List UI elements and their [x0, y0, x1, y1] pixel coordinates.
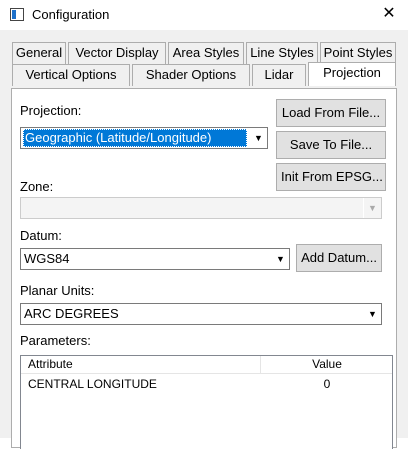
- cell-attribute: CENTRAL LONGITUDE: [28, 377, 157, 391]
- parameters-table-header: Attribute Value: [21, 356, 392, 374]
- zone-select[interactable]: ▼: [20, 197, 382, 219]
- datum-select[interactable]: WGS84 ▼: [20, 248, 290, 270]
- tab-shader-options[interactable]: Shader Options: [132, 64, 250, 86]
- dialog-client-area: General Vector Display Area Styles Line …: [0, 30, 408, 449]
- datum-select-value: WGS84: [24, 251, 70, 266]
- cell-value: 0: [323, 377, 331, 391]
- save-to-file-button[interactable]: Save To File...: [276, 131, 386, 159]
- tab-line-styles[interactable]: Line Styles: [246, 42, 318, 64]
- zone-label: Zone:: [20, 179, 54, 194]
- tab-point-styles[interactable]: Point Styles: [320, 42, 396, 64]
- parameters-table[interactable]: Attribute Value CENTRAL LONGITUDE 0: [20, 355, 393, 449]
- add-datum-button[interactable]: Add Datum...: [296, 244, 382, 272]
- tab-vertical-options[interactable]: Vertical Options: [12, 64, 130, 86]
- planar-units-label: Planar Units:: [20, 283, 95, 298]
- column-header-value[interactable]: Value: [261, 356, 393, 374]
- chevron-down-icon[interactable]: ▼: [363, 198, 381, 218]
- tab-area-styles[interactable]: Area Styles: [168, 42, 244, 64]
- close-icon[interactable]: ✕: [376, 3, 402, 25]
- tab-general[interactable]: General: [12, 42, 66, 64]
- planar-units-select[interactable]: ARC DEGREES ▼: [20, 303, 382, 325]
- configuration-window: Configuration ✕ General Vector Display A…: [0, 0, 408, 449]
- parameters-label: Parameters:: [20, 333, 91, 348]
- column-header-attribute[interactable]: Attribute: [21, 356, 261, 374]
- window-title: Configuration: [32, 7, 110, 22]
- chevron-down-icon[interactable]: ▼: [271, 249, 289, 269]
- projection-select[interactable]: Geographic (Latitude/Longitude) ▼: [20, 127, 268, 149]
- init-from-epsg-button[interactable]: Init From EPSG...: [276, 163, 386, 191]
- tab-projection[interactable]: Projection: [308, 62, 396, 86]
- chevron-down-icon[interactable]: ▼: [363, 304, 381, 324]
- table-row[interactable]: CENTRAL LONGITUDE 0: [21, 376, 392, 394]
- planar-units-select-value: ARC DEGREES: [24, 306, 119, 321]
- projection-select-value: Geographic (Latitude/Longitude): [23, 129, 247, 147]
- datum-label: Datum:: [20, 228, 62, 243]
- app-icon: [10, 8, 24, 21]
- tab-lidar[interactable]: Lidar: [252, 64, 306, 86]
- chevron-down-icon[interactable]: ▼: [249, 128, 267, 148]
- title-bar: Configuration ✕: [0, 0, 408, 30]
- projection-panel: Projection: Geographic (Latitude/Longitu…: [11, 88, 397, 449]
- load-from-file-button[interactable]: Load From File...: [276, 99, 386, 127]
- tab-vector-display[interactable]: Vector Display: [68, 42, 166, 64]
- projection-label: Projection:: [20, 103, 82, 118]
